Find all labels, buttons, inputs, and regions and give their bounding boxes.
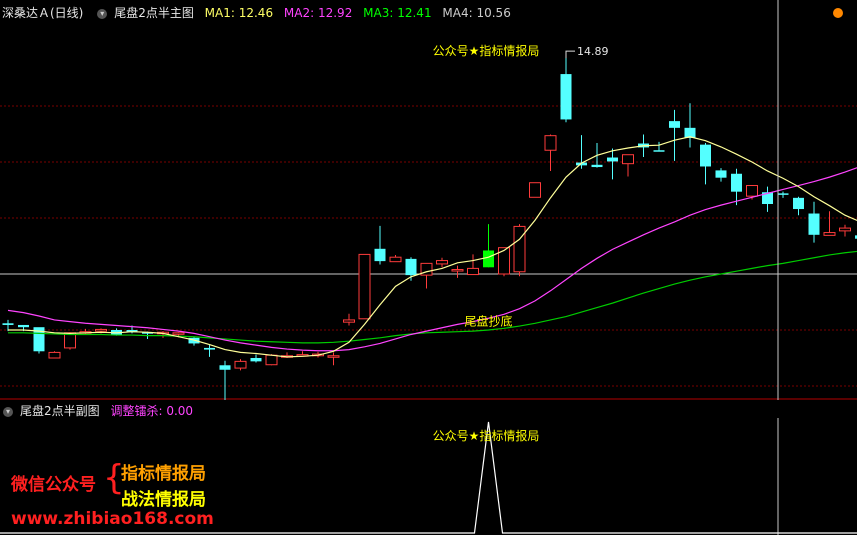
candle-body — [529, 182, 541, 198]
promo-url: www.zhibiao168.com — [11, 509, 214, 529]
candle-body — [823, 232, 836, 236]
candle-body — [808, 213, 820, 235]
candle-body — [358, 253, 371, 320]
candle-body — [777, 193, 789, 195]
main-chart: 14.898.49尾盘抄底公众号★指标情报局 — [0, 0, 857, 400]
candle-body — [95, 328, 107, 332]
candle-body — [669, 121, 680, 128]
ma2-line — [7, 167, 857, 352]
candle-body — [513, 225, 526, 273]
promo-line2: 战法情报局 — [121, 490, 206, 510]
candle-body — [793, 197, 804, 210]
candle-body — [607, 157, 618, 162]
candle-body — [389, 256, 402, 263]
candle-body — [731, 173, 742, 192]
candle-body — [265, 354, 278, 366]
candle-body — [2, 323, 14, 325]
candle-body — [250, 358, 262, 362]
candle-body — [653, 150, 665, 152]
watermark-main: 公众号★指标情报局 — [433, 43, 540, 58]
high-marker — [565, 50, 575, 59]
signal-candle — [483, 250, 494, 268]
chart-window: { "main_header": { "stock": "深桑达Ａ(日线)", … — [0, 0, 857, 535]
promo-line1: 指标情报局 — [121, 464, 206, 484]
candle-body — [405, 258, 417, 276]
candle-body — [715, 170, 727, 178]
candle-body — [18, 324, 29, 328]
signal-label: 尾盘抄底 — [464, 314, 512, 329]
candle-body — [234, 360, 247, 369]
high-label: 14.89 — [577, 45, 609, 58]
candle-body — [343, 319, 355, 323]
candle-body — [436, 260, 448, 265]
candle-body — [467, 267, 479, 276]
candle-body — [544, 135, 557, 151]
candle-body — [591, 164, 603, 168]
candle-body — [746, 185, 758, 197]
ma1-line — [8, 136, 857, 358]
candle-body — [204, 347, 215, 350]
candle-body — [374, 248, 386, 262]
candle-body — [327, 355, 340, 358]
candle-body — [48, 351, 61, 359]
candle-body — [219, 365, 231, 370]
candle-body — [839, 227, 851, 232]
promo-wechat: 微信公众号 — [11, 475, 96, 495]
candle-body — [560, 74, 572, 120]
candle-body — [172, 332, 185, 335]
candle-body — [700, 144, 711, 167]
watermark-sub: 公众号★指标情报局 — [433, 428, 540, 443]
candle-body — [451, 269, 464, 272]
candle-body — [622, 154, 634, 165]
